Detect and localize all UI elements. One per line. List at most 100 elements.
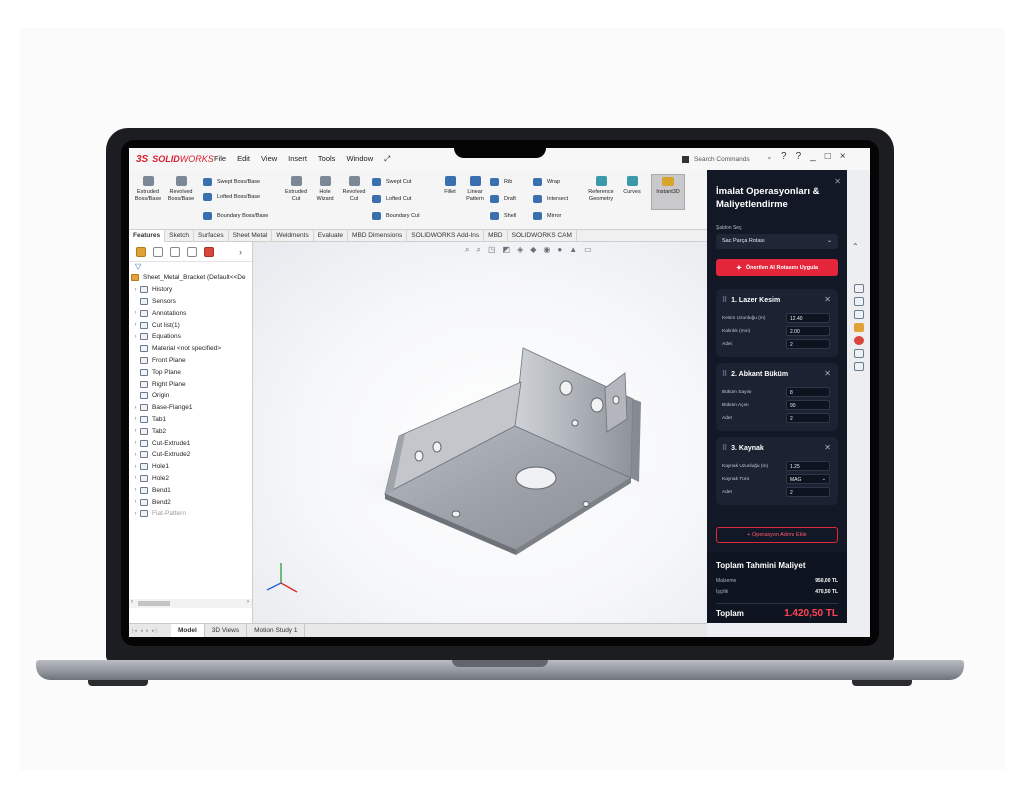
swept-boss-button[interactable]: Swept Boss/Base	[203, 178, 260, 186]
curves-button[interactable]: Curves	[620, 176, 644, 196]
tree-node[interactable]: Sensors	[131, 296, 252, 308]
shell-button[interactable]: Shell	[490, 212, 516, 220]
tab-weldments[interactable]: Weldments	[272, 230, 314, 242]
custom-properties-icon[interactable]	[854, 349, 864, 358]
tree-node[interactable]: › Cut list(1)	[131, 319, 252, 331]
intersect-button[interactable]: Intersect	[533, 195, 568, 203]
boundary-boss-button[interactable]: Boundary Boss/Base	[203, 212, 268, 220]
tree-node[interactable]: Top Plane	[131, 366, 252, 378]
drag-handle-icon[interactable]: ⠿	[722, 444, 727, 452]
tree-root[interactable]: Sheet_Metal_Bracket (Default<<De	[131, 272, 252, 284]
expand-arrow-icon[interactable]: ›	[131, 511, 140, 517]
remove-operation-icon[interactable]: ✕	[824, 369, 831, 378]
apply-ai-route-button[interactable]: ✦ Önerilen AI Rotasını Uygula	[716, 259, 838, 276]
tree-node[interactable]: › Equations	[131, 331, 252, 343]
panel-close-icon[interactable]: ✕	[834, 177, 841, 186]
tree-node[interactable]: › Hole1	[131, 461, 252, 473]
configuration-tab-icon[interactable]	[170, 246, 180, 257]
drag-handle-icon[interactable]: ⠿	[722, 296, 727, 304]
extruded-boss-button[interactable]: Extruded Boss/Base	[134, 176, 162, 204]
tab-model[interactable]: Model	[171, 624, 205, 637]
dimxpert-tab-icon[interactable]	[187, 246, 197, 257]
tree-node[interactable]: › Base-Flange1	[131, 402, 252, 414]
cut-length-input[interactable]: 12.40	[786, 313, 830, 323]
help-options-icon[interactable]: ?	[796, 151, 802, 162]
menu-tools[interactable]: Tools	[318, 154, 336, 164]
display-tab-icon[interactable]	[204, 246, 214, 257]
tab-addins[interactable]: SOLIDWORKS Add-Ins	[407, 230, 485, 242]
draft-button[interactable]: Draft	[490, 195, 516, 203]
revolved-boss-button[interactable]: Revolved Boss/Base	[166, 176, 196, 204]
tree-node[interactable]: › Hole2	[131, 473, 252, 485]
tab-cam[interactable]: SOLIDWORKS CAM	[508, 230, 577, 242]
thickness-input[interactable]: 2.00	[786, 326, 830, 336]
feature-tree-tab-icon[interactable]	[136, 246, 146, 257]
scroll-thumb[interactable]	[138, 601, 170, 606]
tab-sketch[interactable]: Sketch	[165, 230, 194, 242]
expand-arrow-icon[interactable]: ›	[131, 475, 140, 481]
tab-navigation-arrows[interactable]: |◂ ◂ ▸ ▸|	[129, 624, 171, 637]
expand-arrow-icon[interactable]: ›	[131, 334, 140, 340]
quantity-input[interactable]: 2	[786, 487, 830, 497]
expand-arrow-icon[interactable]: ›	[131, 464, 140, 470]
expand-arrow-icon[interactable]: ›	[131, 416, 140, 422]
swept-cut-button[interactable]: Swept Cut	[372, 178, 411, 186]
revolved-cut-button[interactable]: Revolved Cut	[341, 176, 367, 204]
extruded-cut-button[interactable]: Extruded Cut	[282, 176, 310, 204]
search-commands[interactable]: Search Commands ⌕	[682, 153, 776, 165]
expand-arrow-icon[interactable]: ›	[131, 405, 140, 411]
weld-length-input[interactable]: 1.25	[786, 461, 830, 471]
search-input[interactable]: Search Commands	[694, 156, 750, 163]
close-icon[interactable]: ×	[840, 151, 846, 162]
remove-operation-icon[interactable]: ✕	[824, 295, 831, 304]
remove-operation-icon[interactable]: ✕	[824, 443, 831, 452]
drag-handle-icon[interactable]: ⠿	[722, 370, 727, 378]
help-icon[interactable]: ?	[781, 151, 787, 162]
expand-arrow-icon[interactable]: ›	[131, 440, 140, 446]
expand-arrow-icon[interactable]: ›	[131, 452, 140, 458]
tree-node[interactable]: › Annotations	[131, 307, 252, 319]
expand-arrow-icon[interactable]: ›	[131, 287, 140, 293]
wrap-button[interactable]: Wrap	[533, 178, 560, 186]
mirror-button[interactable]: Mirror	[533, 212, 561, 220]
scroll-left-icon[interactable]: ‹	[131, 599, 133, 605]
tree-node[interactable]: Right Plane	[131, 378, 252, 390]
boundary-cut-button[interactable]: Boundary Cut	[372, 212, 420, 220]
tree-node[interactable]: › Tab1	[131, 414, 252, 426]
home-icon[interactable]	[854, 284, 864, 293]
tree-node[interactable]: › Tab2	[131, 425, 252, 437]
pin-icon[interactable]: ⤢	[384, 154, 390, 164]
expand-arrow-icon[interactable]: ›	[131, 322, 140, 328]
maximize-icon[interactable]: □	[825, 151, 831, 162]
design-library-icon[interactable]	[854, 297, 864, 306]
collapse-up-icon[interactable]: ⌃	[852, 242, 859, 251]
add-operation-button[interactable]: + Operasyon Adımı Ekle	[716, 527, 838, 543]
tab-surfaces[interactable]: Surfaces	[194, 230, 229, 242]
tree-node[interactable]: › Cut-Extrude2	[131, 449, 252, 461]
instant3d-button[interactable]: Instant3D	[651, 174, 685, 210]
hole-wizard-button[interactable]: Hole Wizard	[312, 176, 338, 204]
linear-pattern-button[interactable]: Linear Pattern	[463, 176, 487, 204]
tab-sheet-metal[interactable]: Sheet Metal	[229, 230, 273, 242]
expand-arrow-icon[interactable]: ›	[131, 499, 140, 505]
view-palette-icon[interactable]	[854, 362, 864, 371]
tree-node[interactable]: › Bend2	[131, 496, 252, 508]
scroll-right-icon[interactable]: ›	[247, 599, 249, 605]
expand-arrow-icon[interactable]: ›	[131, 428, 140, 434]
filter-icon[interactable]: ▽	[129, 262, 252, 272]
tab-features[interactable]: Features	[129, 230, 166, 242]
menu-insert[interactable]: Insert	[288, 154, 307, 164]
quantity-input[interactable]: 2	[786, 339, 830, 349]
tree-scrollbar[interactable]: ‹ ›	[129, 599, 252, 608]
appearances-icon[interactable]	[854, 336, 864, 345]
quantity-input[interactable]: 2	[786, 413, 830, 423]
file-explorer-icon[interactable]	[854, 310, 864, 319]
menu-window[interactable]: Window	[346, 154, 373, 164]
solidworks-logo[interactable]: 3S SOLID WORKS	[136, 154, 214, 165]
tree-node[interactable]: Origin	[131, 390, 252, 402]
menu-edit[interactable]: Edit	[237, 154, 250, 164]
chevron-right-icon[interactable]: ›	[239, 247, 242, 257]
tab-mbd[interactable]: MBD	[484, 230, 508, 242]
tab-motion-study[interactable]: Motion Study 1	[247, 624, 306, 637]
rib-button[interactable]: Rib	[490, 178, 512, 186]
